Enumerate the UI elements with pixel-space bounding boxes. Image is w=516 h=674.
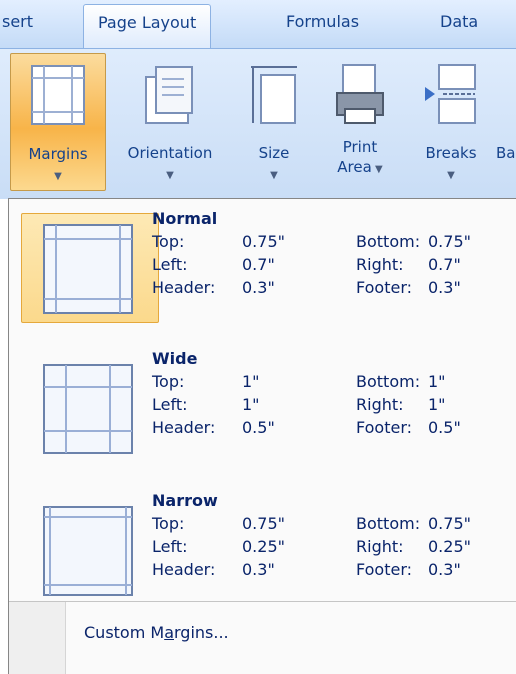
thumbnail-frame (21, 213, 159, 323)
size-icon (249, 63, 299, 129)
preset-row: Left: 1" (152, 395, 260, 414)
print-area-button[interactable]: Print Area ▼ (320, 53, 400, 191)
tab-formulas[interactable]: Formulas (286, 12, 359, 31)
preset-row: Top: 0.75" (152, 514, 285, 533)
orientation-icon (142, 63, 198, 129)
orientation-dropdown-arrow-icon: ▼ (166, 170, 174, 181)
preset-row: Right: 1" (356, 395, 446, 414)
narrow-margin-page-icon (43, 506, 133, 596)
preset-row: Bottom: 1" (356, 372, 446, 391)
preset-row: Left: 0.7" (152, 255, 275, 274)
preset-row: Header: 0.5" (152, 418, 275, 437)
size-label: Size (258, 144, 290, 162)
margins-dropdown-arrow-icon: ▼ (54, 171, 62, 182)
margins-dropdown-menu: Normal Top: 0.75" Bottom: 0.75" Left: 0.7" … (8, 198, 516, 674)
background-button[interactable]: Ba (496, 53, 516, 191)
preset-row: Bottom: 0.75" (356, 232, 471, 251)
preset-row: Header: 0.3" (152, 278, 275, 297)
breaks-icon (423, 63, 479, 129)
margin-preset-normal[interactable]: Normal Top: 0.75" Bottom: 0.75" Left: 0.7" … (9, 199, 516, 339)
preset-row: Right: 0.25" (356, 537, 471, 556)
wide-margin-page-icon (43, 364, 133, 454)
preset-row: Right: 0.7" (356, 255, 461, 274)
margins-label: Margins (28, 145, 88, 163)
orientation-button[interactable]: Orientation ▼ (110, 53, 230, 191)
custom-margins-accelerator: a (164, 623, 174, 642)
size-dropdown-arrow-icon: ▼ (270, 170, 278, 181)
breaks-dropdown-arrow-icon: ▼ (447, 170, 455, 181)
margin-preset-wide[interactable]: Wide Top: 1" Bottom: 1" Left: 1" Right: 1" H… (9, 339, 516, 479)
preset-row: Footer: 0.3" (356, 278, 461, 297)
tab-insert[interactable]: sert (2, 12, 33, 31)
preset-title: Narrow (152, 491, 218, 510)
thumbnail-frame (21, 353, 159, 463)
print-area-label-line1: Print (342, 138, 378, 156)
preset-title: Normal (152, 209, 218, 228)
print-area-icon (333, 63, 387, 129)
custom-margins-menu-item[interactable]: Custom Margins... (84, 623, 229, 642)
breaks-button[interactable]: Breaks ▼ (408, 53, 494, 191)
preset-row: Top: 0.75" (152, 232, 285, 251)
preset-row: Footer: 0.3" (356, 560, 461, 579)
size-button[interactable]: Size ▼ (242, 53, 306, 191)
background-label: Ba (496, 144, 516, 162)
normal-margin-page-icon (43, 224, 133, 314)
thumbnail-frame (21, 495, 159, 605)
menu-icon-gutter (9, 602, 66, 674)
preset-title: Wide (152, 349, 198, 368)
preset-row: Header: 0.3" (152, 560, 275, 579)
orientation-label: Orientation (127, 144, 213, 162)
ribbon-page-setup: Margins ▼ Orientation ▼ Size ▼ Print Are… (0, 48, 516, 199)
print-area-label-line2: Area (337, 158, 372, 176)
margins-icon (30, 64, 86, 130)
tab-page-layout[interactable]: Page Layout (83, 4, 212, 50)
preset-row: Bottom: 0.75" (356, 514, 471, 533)
tab-data[interactable]: Data (440, 12, 478, 31)
margin-preset-narrow[interactable]: Narrow Top: 0.75" Bottom: 0.75" Left: 0.25"… (9, 481, 516, 621)
print-area-label: Print Area ▼ (337, 138, 383, 176)
menu-separator (9, 601, 516, 602)
preset-row: Left: 0.25" (152, 537, 285, 556)
margins-button[interactable]: Margins ▼ (10, 53, 106, 191)
preset-row: Top: 1" (152, 372, 260, 391)
preset-row: Footer: 0.5" (356, 418, 461, 437)
breaks-label: Breaks (425, 144, 477, 162)
ribbon-tab-bar: sert Page Layout Formulas Data (0, 0, 516, 50)
